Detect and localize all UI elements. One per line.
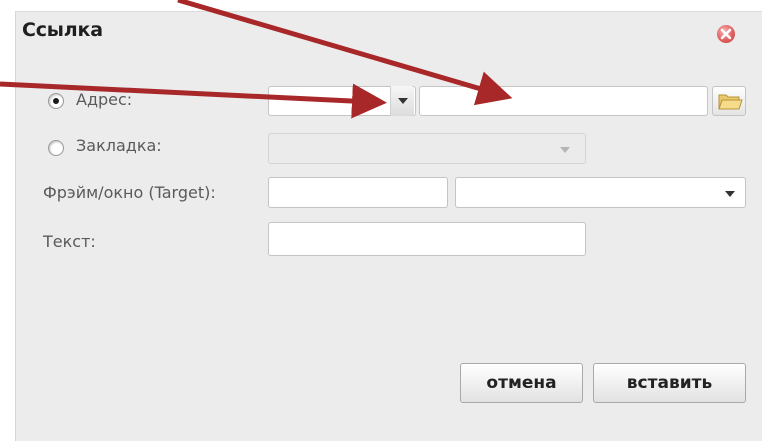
chevron-down-icon <box>725 191 735 197</box>
bookmark-select[interactable] <box>268 133 586 164</box>
address-radio[interactable] <box>48 93 64 109</box>
close-icon[interactable] <box>717 25 735 43</box>
chevron-down-icon <box>560 147 570 153</box>
target-label: Фрэйм/окно (Target): <box>43 183 216 202</box>
link-text-input[interactable] <box>268 222 586 256</box>
text-label: Текст: <box>43 232 96 251</box>
target-select[interactable] <box>455 177 746 208</box>
folder-icon <box>718 94 743 110</box>
url-input[interactable] <box>419 86 708 116</box>
bookmark-radio[interactable] <box>48 140 64 156</box>
target-name-input[interactable] <box>268 177 448 208</box>
bookmark-label: Закладка: <box>76 136 162 155</box>
browse-folder-button[interactable] <box>712 86 746 116</box>
cancel-button[interactable]: отмена <box>460 363 583 403</box>
dialog-title: Ссылка <box>22 19 103 41</box>
address-label: Адрес: <box>76 90 133 109</box>
protocol-dropdown-button[interactable] <box>390 86 414 116</box>
radio-selected-dot <box>53 98 59 104</box>
chevron-down-icon <box>398 98 408 104</box>
insert-button[interactable]: вставить <box>593 363 746 403</box>
